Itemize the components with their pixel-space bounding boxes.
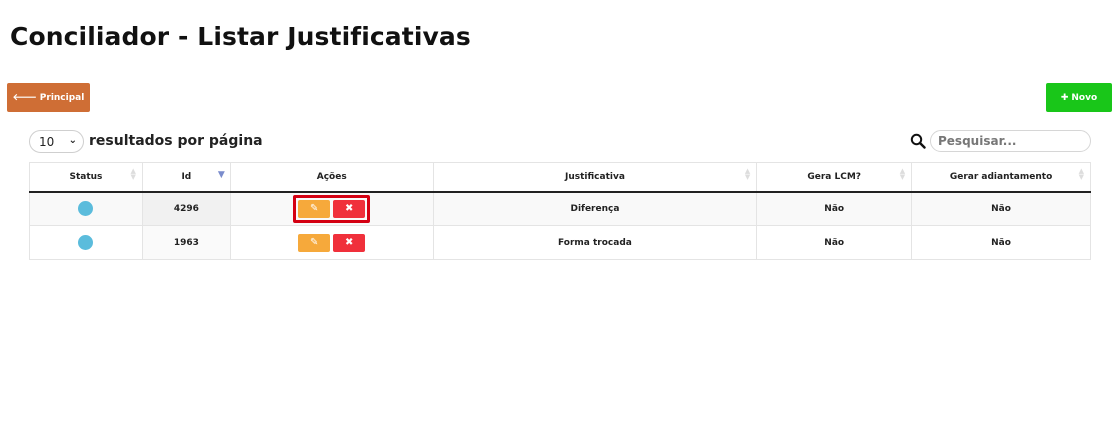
column-header-label: Justificativa [564,171,625,182]
pencil-icon: ✎ [310,237,319,248]
justificativa-cell: Forma trocada [433,225,758,260]
status-cell [29,225,143,260]
sort-desc-icon: ▼ [217,170,225,180]
column-header-label: Gerar adiantamento [949,171,1053,182]
id-cell: 1963 [142,225,231,260]
arrow-left-icon: 🡐 [12,93,37,103]
sort-icon: ▲ ▼ [130,167,136,181]
column-header-acoes: Ações [230,162,434,193]
page-size-select[interactable]: 10 ⌄ [29,130,84,153]
edit-button[interactable]: ✎ [298,233,331,252]
gerar-adiantamento-cell: Não [911,191,1091,226]
status-indicator [78,201,94,217]
column-header-label: Ações [316,171,347,182]
table-row: 4296 ✎ ✖ Diferença Não Não [29,191,1091,226]
actions-group: ✎ ✖ [293,194,371,223]
column-header-gera-lcm[interactable]: Gera LCM? ▲ ▼ [756,162,913,193]
chevron-down-icon: ⌄ [68,135,77,146]
column-header-gerar-adiantamento[interactable]: Gerar adiantamento ▲ ▼ [911,162,1091,193]
column-header-justificativa[interactable]: Justificativa ▲ ▼ [433,162,758,193]
column-header-label: Gera LCM? [807,171,861,182]
page-size-value: 10 [39,134,55,149]
actions-cell: ✎ ✖ [230,225,434,260]
column-header-id[interactable]: Id ▼ [142,162,231,193]
pencil-icon: ✎ [310,203,319,215]
plus-icon: ✚ [1060,92,1069,103]
actions-cell: ✎ ✖ [230,191,434,226]
close-icon: ✖ [345,203,354,215]
search-icon [910,133,926,149]
status-indicator [78,235,94,250]
page-size-label: resultados por página [89,133,263,149]
justificativas-table: Status ▲ ▼ Id ▼ Ações Justificativa ▲ ▼ Ge… [29,162,1091,260]
page-title: Conciliador - Listar Justificativas [10,22,471,51]
sort-icon: ▲ ▼ [899,167,906,181]
novo-button[interactable]: ✚ Novo [1046,83,1112,112]
column-header-label: Id [181,171,192,182]
column-header-label: Status [69,171,103,182]
gerar-adiantamento-cell: Não [911,225,1091,260]
actions-group: ✎ ✖ [295,231,368,255]
delete-button[interactable]: ✖ [333,233,366,252]
table-row: 1963 ✎ ✖ Forma trocada Não Não [29,225,1091,260]
close-icon: ✖ [345,237,354,248]
novo-button-label: Novo [1071,92,1098,103]
principal-button[interactable]: 🡐 Principal [7,83,90,112]
sort-icon: ▲ ▼ [744,167,751,181]
gera-lcm-cell: Não [756,225,913,260]
delete-button[interactable]: ✖ [333,199,366,218]
search-input[interactable] [930,130,1091,152]
gera-lcm-cell: Não [756,191,913,226]
column-header-status[interactable]: Status ▲ ▼ [29,162,143,193]
justificativa-cell: Diferença [433,191,758,226]
sort-icon: ▲ ▼ [1078,167,1084,181]
status-cell [29,191,143,226]
id-cell: 4296 [142,191,231,226]
table-header-row: Status ▲ ▼ Id ▼ Ações Justificativa ▲ ▼ Ge… [29,162,1091,193]
principal-button-label: Principal [39,92,85,103]
edit-button[interactable]: ✎ [298,199,331,218]
